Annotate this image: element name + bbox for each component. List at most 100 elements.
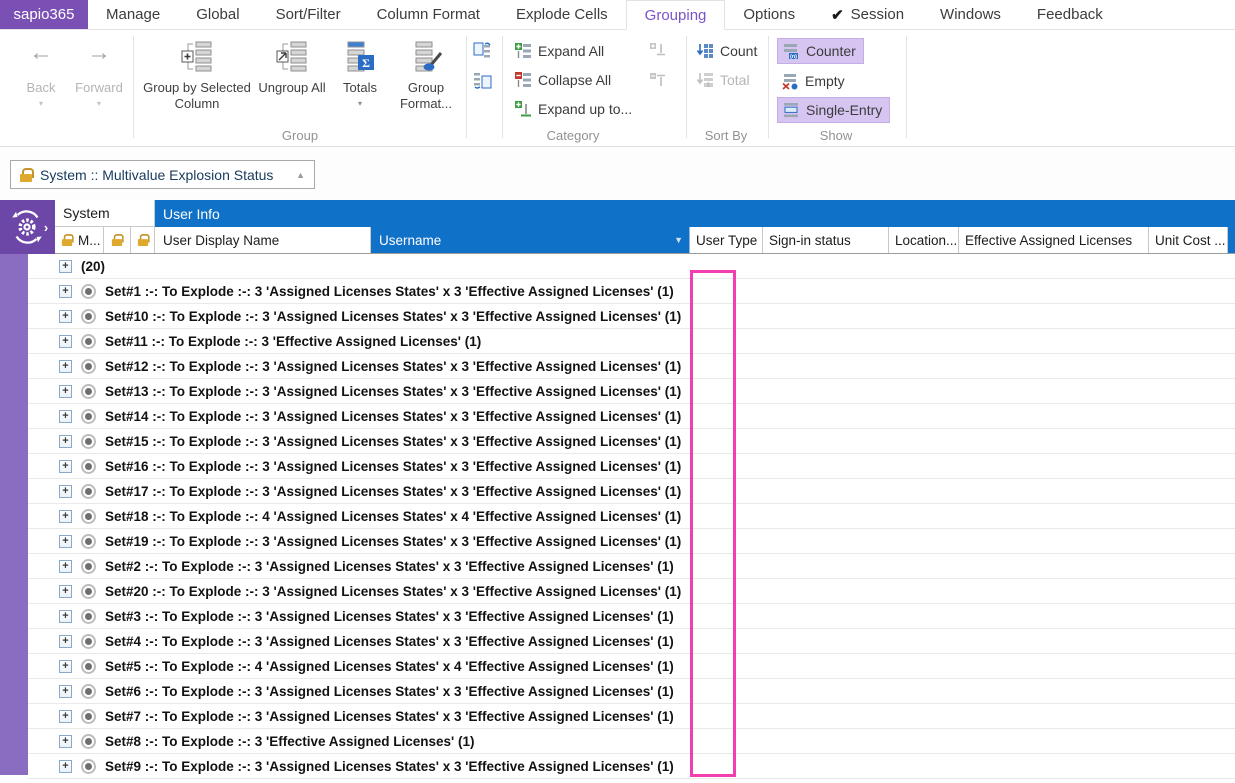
show-single-entry-toggle[interactable]: Single-Entry <box>778 98 889 122</box>
collapse-one-level-button[interactable] <box>648 70 668 90</box>
expand-up-to-button[interactable]: Expand up to... <box>514 100 632 118</box>
column-header-user-type[interactable]: User Type <box>690 227 763 253</box>
sapio365-window: sapio365 Manage Global Sort/Filter Colum… <box>0 0 1235 783</box>
show-counter-icon: (n) <box>782 42 800 60</box>
sort-by-section-label: Sort By <box>676 128 776 143</box>
tab-windows[interactable]: Windows <box>922 0 1019 29</box>
expand-row-icon[interactable]: + <box>59 535 72 548</box>
collapse-all-button[interactable]: Collapse All <box>514 71 611 89</box>
expand-row-icon[interactable]: + <box>59 735 72 748</box>
sort-by-count-button[interactable]: Count <box>696 42 757 60</box>
group-row[interactable]: + Set#14 :-: To Explode :-: 3 'Assigned … <box>28 404 1235 429</box>
header-group-system[interactable]: System <box>55 200 155 227</box>
forward-arrow-icon: → <box>70 40 128 66</box>
column-header-location[interactable]: Location... <box>889 227 959 253</box>
expand-row-icon[interactable]: + <box>59 260 72 273</box>
forward-button[interactable]: → Forward ▾ <box>70 40 128 108</box>
group-row[interactable]: + Set#18 :-: To Explode :-: 4 'Assigned … <box>28 504 1235 529</box>
expand-row-icon[interactable]: + <box>59 410 72 423</box>
results-grid: › System User Info M... User Display Nam… <box>0 200 1235 783</box>
group-row[interactable]: + Set#1 :-: To Explode :-: 3 'Assigned L… <box>28 279 1235 304</box>
show-counter-toggle[interactable]: (n) Counter <box>778 39 863 63</box>
group-row[interactable]: + Set#4 :-: To Explode :-: 3 'Assigned L… <box>28 629 1235 654</box>
group-format-button[interactable]: Group Format... <box>391 36 461 112</box>
ribbon-separator <box>502 36 503 138</box>
header-group-user-info[interactable]: User Info <box>155 200 1235 227</box>
column-header-effective-assigned-licenses[interactable]: Effective Assigned Licenses <box>959 227 1149 253</box>
grouping-ribbon: ← Back ▾ → Forward ▾ Group by Selected C… <box>0 30 1235 147</box>
expand-row-icon[interactable]: + <box>59 510 72 523</box>
group-row[interactable]: + Set#6 :-: To Explode :-: 3 'Assigned L… <box>28 679 1235 704</box>
record-radio-icon <box>81 384 96 399</box>
group-row[interactable]: + Set#3 :-: To Explode :-: 3 'Assigned L… <box>28 604 1235 629</box>
row-label: (20) <box>81 259 105 274</box>
tab-manage[interactable]: Manage <box>88 0 178 29</box>
expand-row-icon[interactable]: + <box>59 335 72 348</box>
expand-row-icon[interactable]: + <box>59 310 72 323</box>
expand-row-icon[interactable]: + <box>59 585 72 598</box>
column-header-m[interactable]: M... <box>55 227 104 253</box>
expand-row-icon[interactable]: + <box>59 660 72 673</box>
sort-by-total-button[interactable]: Σ Total <box>696 71 750 89</box>
column-header-user-display-name[interactable]: User Display Name <box>155 227 371 253</box>
group-row[interactable]: + Set#17 :-: To Explode :-: 3 'Assigned … <box>28 479 1235 504</box>
tab-options[interactable]: Options <box>725 0 813 29</box>
group-row[interactable]: + Set#16 :-: To Explode :-: 3 'Assigned … <box>28 454 1235 479</box>
sidebar-actions-box[interactable]: › <box>0 200 55 254</box>
expand-one-level-button[interactable] <box>648 40 668 60</box>
category-copy-up-button[interactable] <box>472 40 492 60</box>
column-header-sign-in-status[interactable]: Sign-in status <box>763 227 889 253</box>
group-by-selected-column-button[interactable]: Group by Selected Column <box>143 36 251 112</box>
expand-row-icon[interactable]: + <box>59 560 72 573</box>
record-radio-icon <box>81 734 96 749</box>
group-row[interactable]: + Set#7 :-: To Explode :-: 3 'Assigned L… <box>28 704 1235 729</box>
expand-row-icon[interactable]: + <box>59 685 72 698</box>
expand-row-icon[interactable]: + <box>59 635 72 648</box>
expand-row-icon[interactable]: + <box>59 610 72 623</box>
tab-global[interactable]: Global <box>178 0 257 29</box>
group-row[interactable]: + Set#12 :-: To Explode :-: 3 'Assigned … <box>28 354 1235 379</box>
expand-row-icon[interactable]: + <box>59 760 72 773</box>
tab-column-format[interactable]: Column Format <box>359 0 498 29</box>
category-copy-down-button[interactable] <box>472 70 492 90</box>
username-filter-caret-icon[interactable]: ▼ <box>674 235 683 245</box>
expand-row-icon[interactable]: + <box>59 285 72 298</box>
expand-row-icon[interactable]: + <box>59 710 72 723</box>
expand-row-icon[interactable]: + <box>59 435 72 448</box>
column-header-username[interactable]: Username ▼ <box>371 227 690 253</box>
group-row[interactable]: + Set#10 :-: To Explode :-: 3 'Assigned … <box>28 304 1235 329</box>
tab-session[interactable]: ✔Session <box>813 0 922 29</box>
header-band-columns: M... User Display Name Username ▼ User T… <box>55 227 1235 254</box>
ungroup-all-button[interactable]: Ungroup All <box>255 36 329 96</box>
tab-grouping[interactable]: Grouping <box>626 0 726 30</box>
record-radio-icon <box>81 309 96 324</box>
group-row[interactable]: + Set#20 :-: To Explode :-: 3 'Assigned … <box>28 579 1235 604</box>
expand-row-icon[interactable]: + <box>59 360 72 373</box>
group-row[interactable]: + Set#15 :-: To Explode :-: 3 'Assigned … <box>28 429 1235 454</box>
column-header-locked-1[interactable] <box>104 227 131 253</box>
column-header-locked-2[interactable] <box>131 227 155 253</box>
show-empty-toggle[interactable]: Empty <box>781 72 845 90</box>
totals-button[interactable]: Σ Totals ▾ <box>333 36 387 108</box>
expand-row-icon[interactable]: + <box>59 485 72 498</box>
column-header-unit-cost[interactable]: Unit Cost ... <box>1149 227 1228 253</box>
show-empty-icon <box>781 72 799 90</box>
tab-sort-filter[interactable]: Sort/Filter <box>258 0 359 29</box>
group-row[interactable]: + Set#19 :-: To Explode :-: 3 'Assigned … <box>28 529 1235 554</box>
expand-row-icon[interactable]: + <box>59 385 72 398</box>
group-row[interactable]: + (20) <box>28 254 1235 279</box>
group-row[interactable]: + Set#2 :-: To Explode :-: 3 'Assigned L… <box>28 554 1235 579</box>
group-row[interactable]: + Set#5 :-: To Explode :-: 4 'Assigned L… <box>28 654 1235 679</box>
tab-feedback[interactable]: Feedback <box>1019 0 1121 29</box>
group-row[interactable]: + Set#11 :-: To Explode :-: 3 'Effective… <box>28 329 1235 354</box>
expand-row-icon[interactable]: + <box>59 460 72 473</box>
group-row[interactable]: + Set#13 :-: To Explode :-: 3 'Assigned … <box>28 379 1235 404</box>
group-row[interactable]: + Set#8 :-: To Explode :-: 3 'Effective … <box>28 729 1235 754</box>
tab-sapio365[interactable]: sapio365 <box>0 0 88 29</box>
row-label: Set#14 :-: To Explode :-: 3 'Assigned Li… <box>105 409 681 424</box>
expand-all-button[interactable]: Expand All <box>514 42 604 60</box>
back-button[interactable]: ← Back ▾ <box>12 40 70 108</box>
group-by-column-chip[interactable]: System :: Multivalue Explosion Status ▲ <box>10 160 315 189</box>
tab-explode-cells[interactable]: Explode Cells <box>498 0 626 29</box>
group-row[interactable]: + Set#9 :-: To Explode :-: 3 'Assigned L… <box>28 754 1235 779</box>
